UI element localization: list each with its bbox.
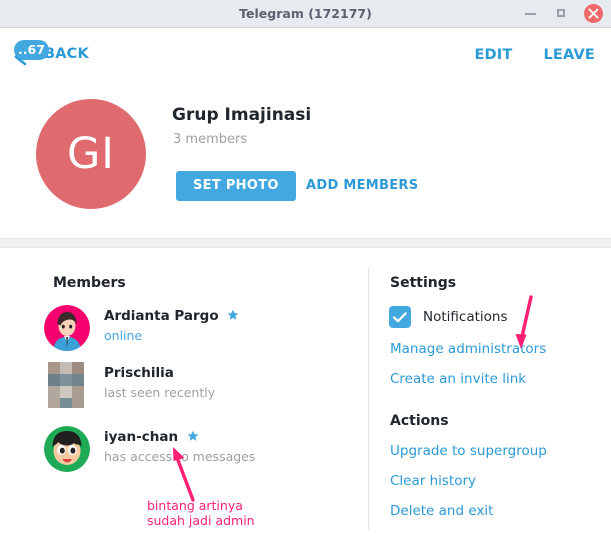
delete-and-exit-link[interactable]: Delete and exit: [390, 503, 493, 519]
back-button[interactable]: ..67 BACK: [10, 36, 89, 72]
member-status: has access to messages: [104, 449, 256, 464]
window-titlebar: Telegram (172177): [0, 0, 611, 28]
actions-heading: Actions: [390, 413, 449, 429]
member-name: Prischilia: [104, 365, 174, 381]
notifications-toggle[interactable]: Notifications: [389, 305, 508, 329]
notifications-label: Notifications: [423, 309, 508, 325]
action-bar-right: EDIT LEAVE: [474, 28, 595, 81]
minimize-icon[interactable]: [522, 5, 539, 22]
close-icon[interactable]: [584, 4, 603, 23]
maximize-icon[interactable]: [553, 5, 570, 22]
member-row[interactable]: Prischilia last seen recently: [44, 362, 364, 414]
window-controls: [522, 0, 603, 27]
member-status: last seen recently: [104, 385, 216, 400]
back-label: BACK: [44, 46, 89, 62]
admin-star-icon: [227, 309, 239, 325]
admin-star-icon: [187, 430, 199, 446]
members-heading: Members: [53, 275, 126, 291]
members-column: Members Ardianta Pargo online Prischilia…: [0, 248, 368, 555]
group-member-count: 3 members: [173, 132, 248, 147]
settings-heading: Settings: [390, 275, 457, 291]
telegram-window: Telegram (172177) ..67 BACK EDIT LEAVE G…: [0, 0, 611, 555]
window-title: Telegram (172177): [239, 6, 372, 21]
member-row[interactable]: Ardianta Pargo online: [44, 305, 364, 357]
clear-history-link[interactable]: Clear history: [390, 473, 476, 489]
add-members-button[interactable]: ADD MEMBERS: [306, 171, 418, 201]
create-invite-link[interactable]: Create an invite link: [390, 371, 526, 387]
avatar: [44, 362, 90, 408]
section-divider: [0, 238, 611, 248]
leave-button[interactable]: LEAVE: [543, 47, 595, 63]
member-status: online: [104, 328, 143, 343]
member-name: iyan-chan: [104, 429, 199, 446]
set-photo-button[interactable]: SET PHOTO: [176, 171, 296, 201]
action-bar: ..67 BACK EDIT LEAVE: [0, 28, 611, 81]
manage-administrators-link[interactable]: Manage administrators: [390, 341, 546, 357]
group-name: Grup Imajinasi: [172, 105, 312, 125]
avatar: [44, 305, 90, 351]
group-header: GI Grup Imajinasi 3 members SET PHOTO AD…: [0, 81, 611, 238]
upgrade-to-supergroup-link[interactable]: Upgrade to supergroup: [390, 443, 547, 459]
group-avatar[interactable]: GI: [36, 99, 146, 209]
member-row[interactable]: iyan-chan has access to messages: [44, 426, 364, 478]
edit-button[interactable]: EDIT: [474, 47, 512, 63]
avatar: [44, 426, 90, 472]
settings-column: Settings Notifications Manage administra…: [368, 248, 611, 555]
member-name: Ardianta Pargo: [104, 308, 239, 325]
back-arrow-icon: ..67: [10, 38, 49, 70]
unread-count-badge: ..67: [14, 40, 49, 60]
checkbox-checked-icon[interactable]: [389, 306, 411, 328]
